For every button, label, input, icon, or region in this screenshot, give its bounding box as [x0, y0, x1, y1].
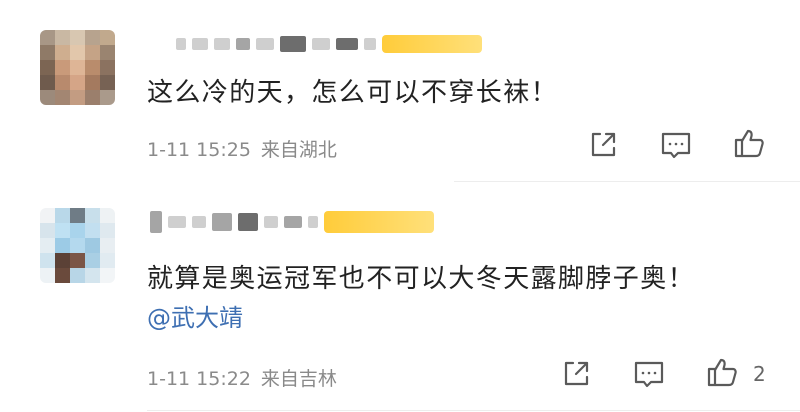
share-button[interactable] [585, 127, 621, 163]
comment-button[interactable] [658, 127, 694, 163]
like-button[interactable] [704, 354, 740, 390]
comment-icon [661, 132, 691, 159]
comment-text: 这么冷的天，怎么可以不穿长袜！ [147, 78, 559, 108]
comment-item: 这么冷的天，怎么可以不穿长袜！ 1-11 15:25 来自湖北 [0, 0, 800, 182]
share-icon [591, 132, 616, 157]
vip-badge [382, 35, 482, 53]
divider [147, 410, 800, 411]
avatar[interactable] [40, 208, 115, 283]
like-button[interactable] [731, 125, 767, 161]
share-button[interactable] [558, 356, 594, 392]
comment-location: 来自湖北 [260, 139, 337, 161]
vip-badge [324, 211, 434, 233]
comment-meta: 1-11 15:25 来自湖北 [147, 135, 337, 162]
avatar[interactable] [40, 30, 115, 105]
comment-text: 就算是奥运冠军也不可以大冬天露脚脖子奥！ [147, 264, 696, 294]
like-icon [734, 129, 764, 158]
comment-time: 1-11 15:22 [147, 368, 251, 390]
comment-button[interactable] [631, 356, 667, 392]
comment-location: 来自吉林 [260, 368, 337, 390]
mention-link[interactable]: @武大靖 [147, 298, 243, 333]
share-icon [564, 361, 589, 386]
comment-time: 1-11 15:25 [147, 139, 251, 161]
comment-meta: 1-11 15:22 来自吉林 [147, 364, 337, 391]
username-blurred[interactable] [150, 208, 434, 236]
like-icon [707, 358, 737, 387]
comment-icon [634, 361, 664, 388]
username-blurred[interactable] [176, 30, 482, 58]
like-count: 2 [753, 362, 766, 386]
